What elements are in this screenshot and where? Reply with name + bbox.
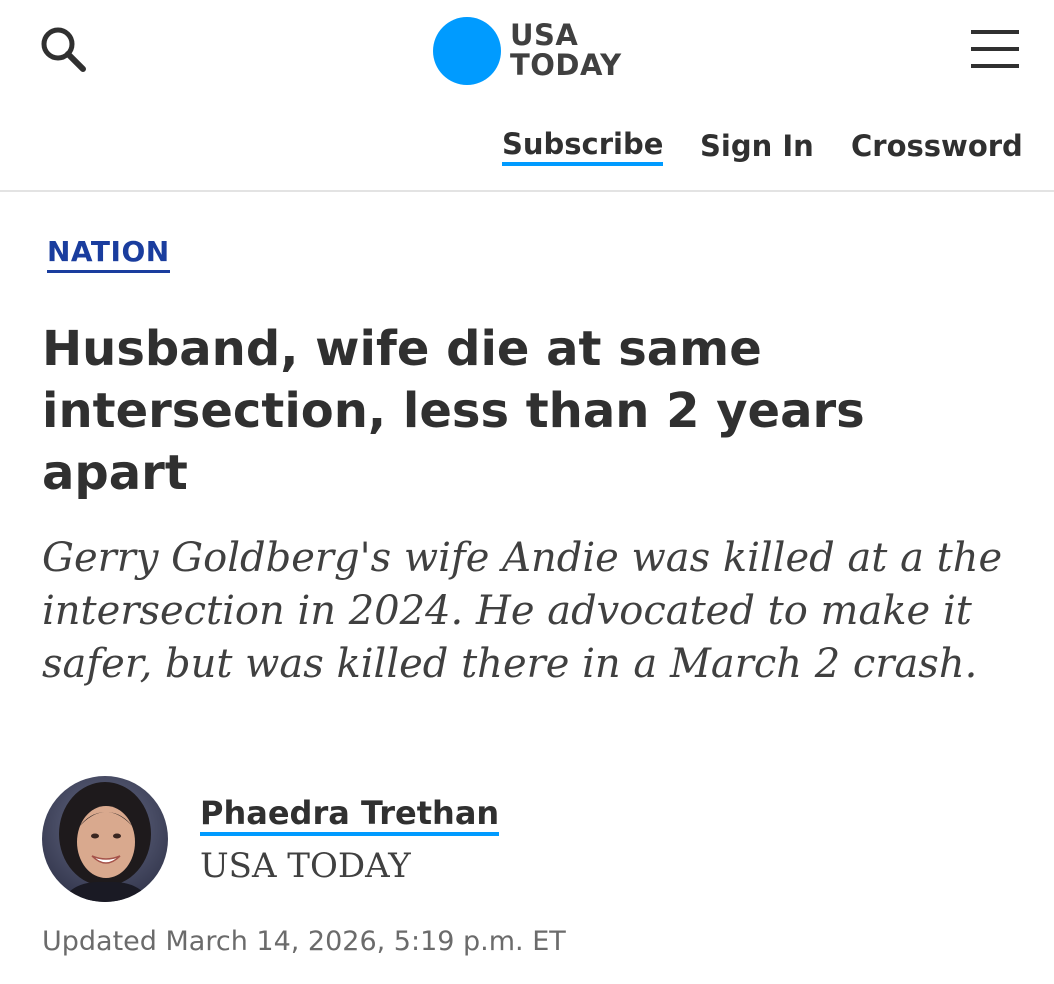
hamburger-menu-icon[interactable]: [966, 24, 1026, 74]
logo-line-2: TODAY: [510, 48, 622, 82]
section-link-nation[interactable]: NATION: [47, 234, 170, 273]
search-button[interactable]: [36, 22, 92, 78]
crossword-link[interactable]: Crossword: [851, 126, 1023, 166]
logo-wordmark: USA TODAY: [510, 20, 622, 80]
article-headline: Husband, wife die at same intersection, …: [42, 321, 865, 501]
sign-in-link[interactable]: Sign In: [700, 126, 814, 166]
subscribe-link[interactable]: Subscribe: [502, 126, 664, 166]
author-avatar[interactable]: [42, 776, 168, 902]
author-photo: [42, 776, 168, 902]
author-name-link[interactable]: Phaedra Trethan: [200, 794, 500, 836]
menu-line: [971, 30, 1019, 34]
logo-line-1: USA: [510, 18, 579, 52]
logo-dot: [433, 17, 501, 85]
article-deck: Gerry Goldberg's wife Andie was killed a…: [42, 535, 1003, 687]
menu-line: [971, 47, 1019, 51]
author-organization: USA TODAY: [200, 846, 411, 886]
search-icon: [41, 27, 86, 72]
site-header: USA TODAY Subscribe Sign In Crossword: [0, 0, 1054, 192]
updated-timestamp: Updated March 14, 2026, 5:19 p.m. ET: [42, 926, 566, 957]
menu-line: [971, 64, 1019, 68]
usa-today-logo[interactable]: USA TODAY: [433, 16, 633, 86]
